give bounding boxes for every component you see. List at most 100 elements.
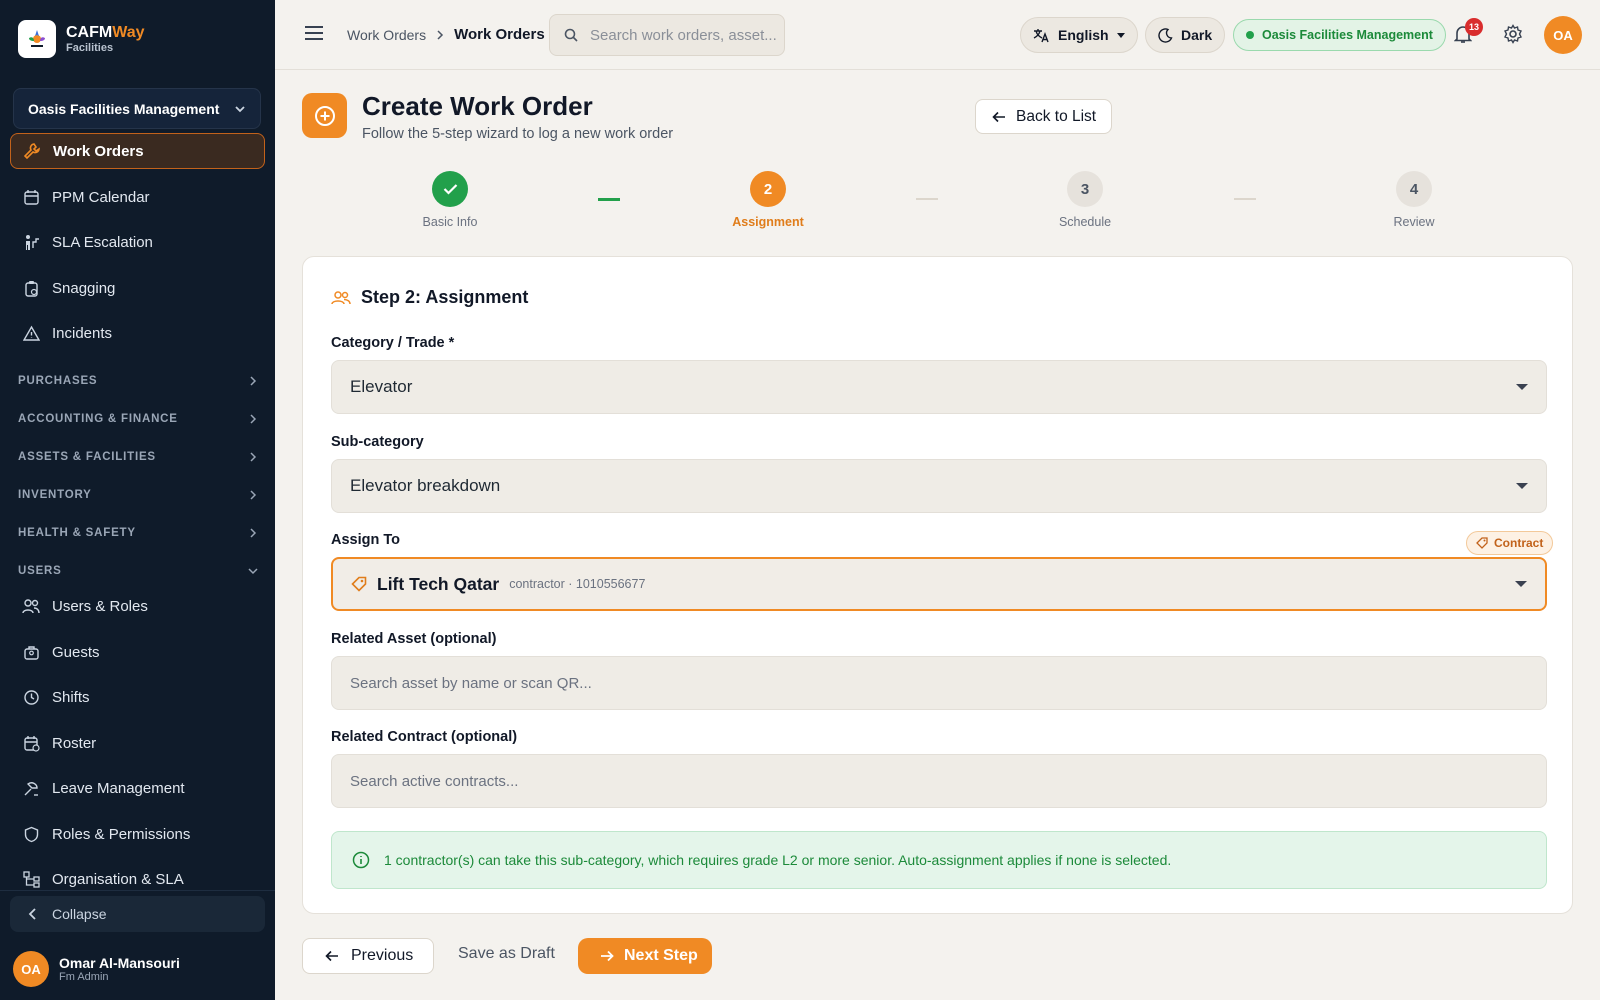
sidebar-item-label: Roster [52,734,97,752]
organization-badge[interactable]: Oasis Facilities Management [1233,19,1446,51]
brand-subtitle: Facilities [66,42,114,54]
status-dot [1246,31,1254,39]
organization-name: Oasis Facilities Management [28,100,220,117]
chevron-left-icon [28,908,36,920]
info-notice: 1 contractor(s) can take this sub-catego… [331,831,1547,889]
sidebar-divider [0,890,275,891]
warning-icon [22,324,40,342]
card-title-text: Step 2: Assignment [361,287,529,307]
tag-icon [351,576,367,592]
organization-badge-label: Oasis Facilities Management [1262,28,1433,42]
sidebar-item-label: PPM Calendar [52,188,150,206]
sidebar-item-leave-management[interactable]: Leave Management [10,770,265,806]
roster-icon [22,734,40,752]
section-purchases[interactable]: PURCHASES [18,375,258,387]
next-step-label: Next Step [624,947,698,964]
search-input[interactable]: Search work orders, asset... [549,14,785,56]
sidebar-item-label: Incidents [52,324,113,342]
escalation-icon [22,233,40,251]
chevron-right-icon [250,414,257,424]
chevron-right-icon [250,528,257,538]
sidebar-item-roster[interactable]: Roster [10,725,265,761]
save-draft-button[interactable]: Save as Draft [458,945,555,963]
sidebar-item-label: SLA Escalation [52,233,153,251]
back-to-list-button[interactable]: Back to List [975,99,1112,134]
step-assignment[interactable]: 2 Assignment [708,171,828,229]
shield-icon [22,825,40,843]
subcategory-label: Sub-category [331,434,424,450]
related-asset-label: Related Asset (optional) [331,631,497,647]
sidebar-item-sla-escalation[interactable]: SLA Escalation [10,224,265,260]
caret-down-icon [1515,581,1527,587]
step-label: Review [1393,215,1435,229]
next-step-button[interactable]: Next Step [578,938,712,974]
sidebar-item-label: Organisation & SLA [52,870,184,888]
user-role: Fm Admin [59,971,109,983]
assignee: Lift Tech Qatar contractor · 1010556677 [351,574,645,595]
menu-icon[interactable] [304,25,324,46]
search-icon [564,28,578,42]
sidebar-item-work-orders[interactable]: Work Orders [10,133,265,169]
section-label: PURCHASES [18,375,98,387]
theme-toggle[interactable]: Dark [1145,17,1226,53]
sidebar-item-guests[interactable]: Guests [10,634,265,670]
notification-badge: 13 [1465,18,1483,36]
step-label: Assignment [732,215,804,229]
caret-down-icon [1116,32,1125,38]
gear-icon[interactable] [1503,24,1523,49]
translate-icon [1033,28,1049,42]
section-label: HEALTH & SAFETY [18,527,136,539]
assign-to-select[interactable]: Lift Tech Qatar contractor · 1010556677 [331,557,1547,611]
sidebar-item-ppm-calendar[interactable]: PPM Calendar [10,179,265,215]
sidebar-item-incidents[interactable]: Incidents [10,315,265,351]
related-contract-label: Related Contract (optional) [331,729,518,745]
sidebar-item-roles-permissions[interactable]: Roles & Permissions [10,816,265,852]
avatar[interactable]: OA [1544,16,1582,54]
sidebar-item-label: Users & Roles [52,597,148,615]
related-contract-input[interactable]: Search active contracts... [331,754,1547,808]
collapse-button[interactable]: Collapse [10,896,265,932]
subcategory-select[interactable]: Elevator breakdown [331,459,1547,513]
users-icon [22,597,40,615]
previous-button[interactable]: Previous [302,938,434,974]
contract-badge-label: Contract [1494,536,1544,550]
step-review[interactable]: 4 Review [1354,171,1474,229]
current-user[interactable]: OA Omar Al-Mansouri Fm Admin [13,951,180,987]
organization-selector[interactable]: Oasis Facilities Management [13,88,261,129]
brand[interactable]: CAFMWay Facilities [18,20,145,58]
category-value: Elevator [350,377,413,396]
section-inventory[interactable]: INVENTORY [18,489,258,501]
sidebar-item-organisation-sla[interactable]: Organisation & SLA [10,861,265,897]
section-health-safety[interactable]: HEALTH & SAFETY [18,527,258,539]
sidebar-item-shifts[interactable]: Shifts [10,679,265,715]
card-title: Step 2: Assignment [331,287,528,308]
previous-label: Previous [351,947,414,964]
language-selector[interactable]: English [1020,17,1138,53]
caret-down-icon [1516,483,1528,489]
section-assets-facilities[interactable]: ASSETS & FACILITIES [18,451,258,463]
guests-icon [22,643,40,661]
language-label: English [1058,27,1109,43]
section-accounting-finance[interactable]: ACCOUNTING & FINANCE [18,413,258,425]
breadcrumb-link[interactable]: Work Orders [347,27,426,43]
sidebar-item-label: Work Orders [53,142,144,160]
step-connector [1234,198,1256,200]
breadcrumb: Work Orders Work Orders [347,26,545,43]
section-label: USERS [18,565,62,577]
category-select[interactable]: Elevator [331,360,1547,414]
sidebar-item-users-roles[interactable]: Users & Roles [10,588,265,624]
step-schedule[interactable]: 3 Schedule [1025,171,1145,229]
related-asset-input[interactable]: Search asset by name or scan QR... [331,656,1547,710]
step-basic-info[interactable]: Basic Info [390,171,510,229]
sidebar-item-label: Snagging [52,279,116,297]
step-circle: 3 [1067,171,1103,207]
step-circle: 2 [750,171,786,207]
arrow-left-icon [325,950,338,962]
chevron-right-icon [437,29,444,40]
wrench-icon [23,142,41,160]
user-name: Omar Al-Mansouri [59,955,180,971]
org-chart-icon [22,870,40,888]
sidebar-item-snagging[interactable]: Snagging [10,270,265,306]
brand-logo [18,20,56,58]
section-users[interactable]: USERS [18,565,258,577]
